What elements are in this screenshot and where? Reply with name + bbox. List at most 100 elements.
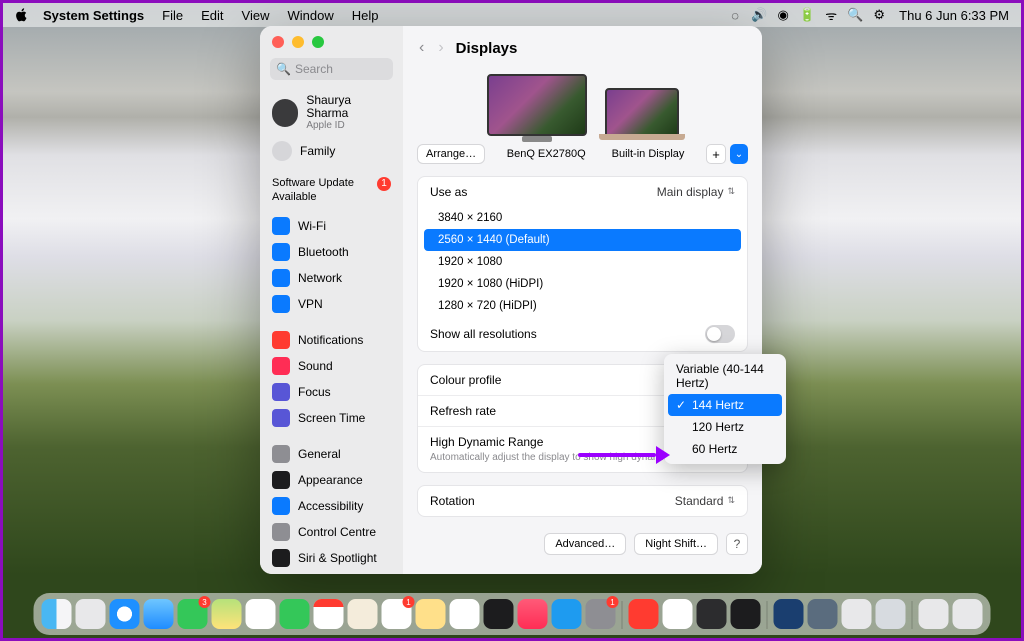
sidebar-item-screen-time[interactable]: Screen Time — [266, 405, 397, 431]
dock-terminal[interactable] — [731, 599, 761, 629]
dock-mail[interactable] — [144, 599, 174, 629]
dock-launchpad[interactable] — [76, 599, 106, 629]
add-display-button[interactable]: + — [706, 144, 726, 164]
menubar-clock[interactable]: Thu 6 Jun 6:33 PM — [899, 8, 1009, 23]
resolution-option[interactable]: 1920 × 1080 (HiDPI) — [418, 273, 747, 295]
dock-app-store[interactable] — [552, 599, 582, 629]
search-input[interactable]: 🔍 Search — [270, 58, 393, 80]
dock-safari[interactable] — [110, 599, 140, 629]
family-label: Family — [300, 144, 335, 158]
sidebar-item-accessibility[interactable]: Accessibility — [266, 493, 397, 519]
zoom-button[interactable] — [312, 36, 324, 48]
sidebar-icon — [272, 497, 290, 515]
forward-button[interactable]: › — [436, 39, 445, 57]
night-shift-button[interactable]: Night Shift… — [634, 533, 718, 555]
resolution-list[interactable]: 3840 × 21602560 × 1440 (Default)1920 × 1… — [418, 207, 747, 317]
use-as-label: Use as — [430, 185, 467, 199]
dock-music[interactable] — [518, 599, 548, 629]
dock-notes[interactable] — [416, 599, 446, 629]
sidebar-item-appearance[interactable]: Appearance — [266, 467, 397, 493]
menubar-edit[interactable]: Edit — [201, 8, 223, 23]
apple-id-row[interactable]: Shaurya Sharma Apple ID — [260, 90, 403, 135]
rate-option[interactable]: ✓144 Hertz — [668, 394, 782, 416]
family-row[interactable]: Family — [260, 135, 403, 167]
close-button[interactable] — [272, 36, 284, 48]
dock-minimised-4[interactable] — [876, 599, 906, 629]
dock-contacts[interactable] — [348, 599, 378, 629]
dock-messages[interactable]: 3 — [178, 599, 208, 629]
sidebar-icon — [272, 471, 290, 489]
rate-menu-header[interactable]: Variable (40-144 Hertz) — [668, 358, 782, 394]
sidebar-icon — [272, 243, 290, 261]
sidebar-item-privacy-security[interactable]: Privacy & Security — [266, 571, 397, 574]
recording-icon[interactable]: ◉ — [771, 7, 795, 23]
back-button[interactable]: ‹ — [417, 39, 426, 57]
sidebar-item-vpn[interactable]: VPN — [266, 291, 397, 317]
show-all-toggle[interactable] — [705, 325, 735, 343]
dock-finder[interactable] — [42, 599, 72, 629]
sidebar-item-focus[interactable]: Focus — [266, 379, 397, 405]
sidebar-list[interactable]: Wi-Fi BluetoothNetworkVPN NotificationsSou… — [260, 211, 403, 574]
dock-facetime[interactable] — [280, 599, 310, 629]
sidebar-item-bluetooth[interactable]: Bluetooth — [266, 239, 397, 265]
dock-app-1[interactable] — [629, 599, 659, 629]
use-as-select[interactable]: Main display⇅ — [657, 185, 735, 199]
dock-photos[interactable] — [246, 599, 276, 629]
external-monitor-thumb[interactable] — [487, 74, 587, 136]
sidebar-icon — [272, 445, 290, 463]
rotation-select[interactable]: Standard⇅ — [675, 494, 735, 508]
sidebar-item-notifications[interactable]: Notifications — [266, 327, 397, 353]
dock-reminders[interactable]: 1 — [382, 599, 412, 629]
sidebar-item-sound[interactable]: Sound — [266, 353, 397, 379]
dock-calendar[interactable] — [314, 599, 344, 629]
help-button[interactable]: ? — [726, 533, 748, 555]
dock-slack[interactable] — [663, 599, 693, 629]
refresh-rate-menu[interactable]: Variable (40-144 Hertz) ✓144 Hertz120 He… — [664, 354, 786, 464]
resolution-option[interactable]: 1280 × 720 (HiDPI) — [418, 295, 747, 317]
sidebar-item-label: Wi-Fi — [298, 219, 326, 233]
menubar-view[interactable]: View — [242, 8, 270, 23]
arrange-button[interactable]: Arrange… — [417, 144, 485, 164]
sidebar-item-control-centre[interactable]: Control Centre — [266, 519, 397, 545]
apple-logo-icon[interactable] — [15, 8, 29, 22]
software-update-row[interactable]: Software Update Available 1 — [260, 167, 403, 211]
menubar-window[interactable]: Window — [287, 8, 333, 23]
resolution-option[interactable]: 3840 × 2160 — [418, 207, 747, 229]
sidebar-item-siri-spotlight[interactable]: Siri & Spotlight — [266, 545, 397, 571]
builtin-monitor-thumb[interactable] — [605, 88, 679, 136]
battery-icon[interactable]: 🔋 — [795, 7, 819, 23]
resolution-option[interactable]: 1920 × 1080 — [418, 251, 747, 273]
resolution-option[interactable]: 2560 × 1440 (Default) — [424, 229, 741, 251]
page-title: Displays — [456, 40, 518, 57]
dock[interactable]: 3 1 1 — [34, 593, 991, 635]
dock-minimised-3[interactable] — [842, 599, 872, 629]
sidebar-item-general[interactable]: General — [266, 441, 397, 467]
menubar-file[interactable]: File — [162, 8, 183, 23]
sidebar-icon — [272, 523, 290, 541]
sidebar-item-network[interactable]: Network — [266, 265, 397, 291]
add-display-dropdown[interactable]: ⌄ — [730, 144, 748, 164]
dock-minimised-1[interactable] — [774, 599, 804, 629]
dock-app-2[interactable] — [697, 599, 727, 629]
spotlight-icon[interactable]: 🔍 — [843, 7, 867, 23]
volume-icon[interactable]: 🔊 — [747, 7, 771, 23]
display-arrangement[interactable] — [417, 74, 748, 136]
rate-option[interactable]: 60 Hertz — [668, 438, 782, 460]
dock-downloads[interactable] — [919, 599, 949, 629]
menubar-help[interactable]: Help — [352, 8, 379, 23]
minimise-button[interactable] — [292, 36, 304, 48]
creative-cloud-icon[interactable]: ◌ — [723, 8, 747, 23]
dock-separator-3 — [912, 601, 913, 629]
dock-tv[interactable] — [484, 599, 514, 629]
dock-maps[interactable] — [212, 599, 242, 629]
rate-option[interactable]: 120 Hertz — [668, 416, 782, 438]
advanced-button[interactable]: Advanced… — [544, 533, 626, 555]
control-centre-icon[interactable]: ⚙ — [867, 7, 891, 23]
menubar-app-name[interactable]: System Settings — [43, 8, 144, 23]
dock-trash[interactable] — [953, 599, 983, 629]
wifi-icon[interactable]: ᯤ — [819, 6, 843, 24]
dock-freeform[interactable] — [450, 599, 480, 629]
dock-minimised-2[interactable] — [808, 599, 838, 629]
sidebar-item-wi-fi[interactable]: Wi-Fi — [266, 213, 397, 239]
dock-system-settings[interactable]: 1 — [586, 599, 616, 629]
